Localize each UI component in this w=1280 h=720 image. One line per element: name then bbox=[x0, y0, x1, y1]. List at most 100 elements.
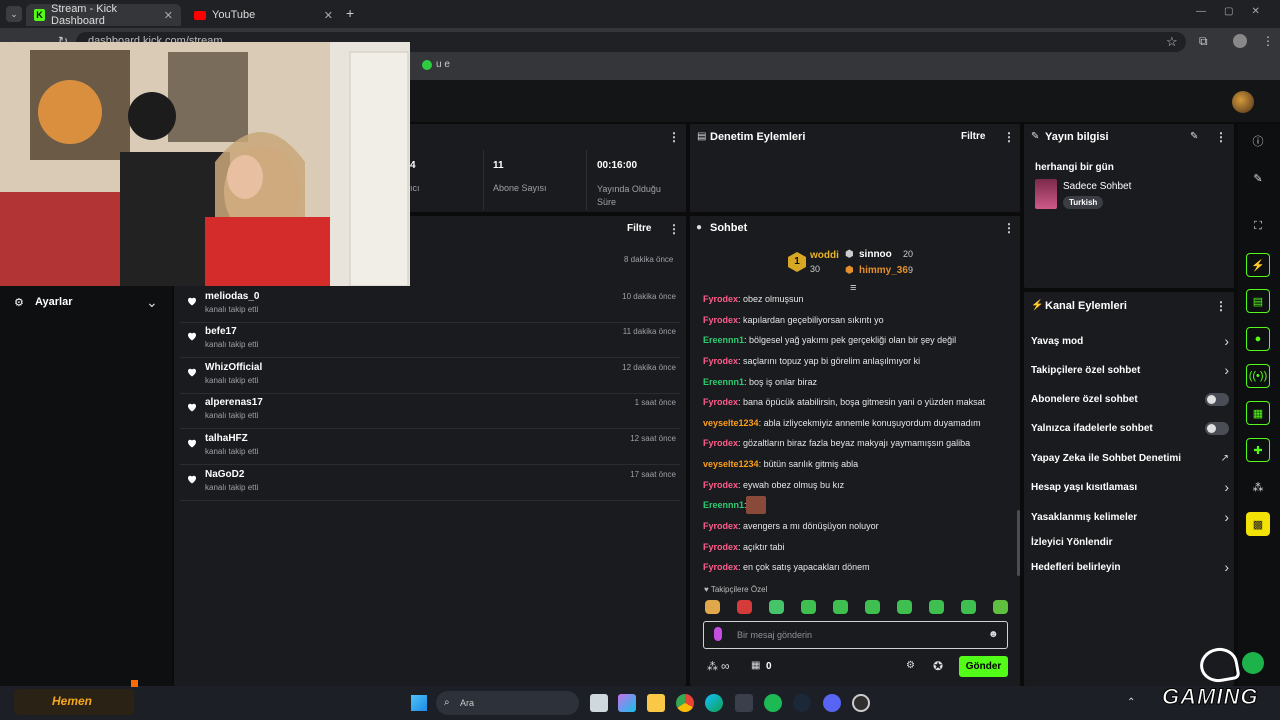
close-icon[interactable]: ✕ bbox=[164, 9, 173, 22]
channel-action-item[interactable]: Abonelere özel sohbet bbox=[1031, 389, 1229, 409]
chat-username[interactable]: Fyrodex bbox=[703, 521, 738, 531]
store-icon[interactable] bbox=[735, 694, 753, 712]
emote-button[interactable] bbox=[865, 600, 880, 614]
chat-username[interactable]: Fyrodex bbox=[703, 315, 738, 325]
chat-bubble-icon[interactable]: ● bbox=[1246, 327, 1270, 351]
moderation-filter-button[interactable]: Filtre bbox=[961, 131, 985, 142]
emote-button[interactable] bbox=[993, 600, 1008, 614]
follower-name[interactable]: befe17 bbox=[205, 326, 237, 337]
toggle-switch[interactable] bbox=[1205, 392, 1229, 406]
pencil-icon[interactable]: ✎ bbox=[1246, 166, 1270, 190]
channel-action-item[interactable]: Yapay Zeka ile Sohbet Denetimi ↗ bbox=[1031, 448, 1229, 468]
document-icon[interactable]: ▤ bbox=[1246, 289, 1270, 313]
follower-name[interactable]: WhizOfficial bbox=[205, 362, 262, 373]
copilot-icon[interactable] bbox=[618, 694, 636, 712]
emote-button[interactable] bbox=[961, 600, 976, 614]
chat-username[interactable]: Fyrodex bbox=[703, 480, 738, 490]
channel-actions-menu-icon[interactable]: ⋮ bbox=[1215, 299, 1227, 313]
group-icon[interactable]: ⁂ bbox=[1246, 475, 1270, 499]
follower-name[interactable]: talhaHFZ bbox=[205, 433, 248, 444]
follower-name[interactable]: NaGoD2 bbox=[205, 469, 244, 480]
steam-icon[interactable] bbox=[793, 694, 811, 712]
emoji-icon[interactable]: ☻ bbox=[988, 629, 999, 640]
taskbar-search[interactable] bbox=[436, 691, 579, 715]
follower-row[interactable]: NaGoD2 kanalı takip etti 17 saat önce bbox=[180, 467, 680, 501]
toggle-switch[interactable] bbox=[1205, 421, 1229, 435]
emote-button[interactable] bbox=[737, 600, 752, 614]
chat-username[interactable]: Fyrodex bbox=[703, 397, 738, 407]
chat-username[interactable]: Ereennn1 bbox=[703, 377, 744, 387]
chrome-icon[interactable] bbox=[676, 694, 694, 712]
chat-scrollbar[interactable] bbox=[1017, 510, 1020, 576]
chat-username[interactable]: veyselte1234 bbox=[703, 459, 759, 469]
leaderboard-name[interactable]: himmy_36 bbox=[859, 265, 908, 276]
chevron-up-icon[interactable]: ⌃ bbox=[1127, 697, 1135, 708]
window-controls[interactable]: —▢✕ bbox=[1196, 6, 1278, 17]
layers-icon[interactable]: ▦ bbox=[1246, 401, 1270, 425]
emote-button[interactable] bbox=[769, 600, 784, 614]
follower-row[interactable]: alperenas17 kanalı takip etti 1 saat önce bbox=[180, 395, 680, 429]
wrench-icon[interactable]: ✚ bbox=[1246, 438, 1270, 462]
task-view-icon[interactable] bbox=[590, 694, 608, 712]
fullscreen-icon[interactable]: ⛶ bbox=[1246, 214, 1270, 238]
channel-action-item[interactable]: Yavaş mod › bbox=[1031, 331, 1229, 351]
chat-username[interactable]: Fyrodex bbox=[703, 356, 738, 366]
microphone-icon[interactable] bbox=[714, 627, 722, 641]
channel-action-item[interactable]: İzleyici Yönlendir bbox=[1031, 532, 1229, 552]
browser-tab-youtube[interactable]: YouTube ✕ bbox=[186, 4, 341, 26]
channel-action-item[interactable]: Hedefleri belirleyin › bbox=[1031, 557, 1229, 577]
emote-button[interactable] bbox=[801, 600, 816, 614]
activity-menu-icon[interactable]: ⋮ bbox=[668, 222, 680, 236]
chat-input[interactable]: Bir mesaj gönderin bbox=[737, 630, 812, 640]
chat-username[interactable]: veyselte1234 bbox=[703, 418, 759, 428]
stats-menu-icon[interactable]: ⋮ bbox=[668, 130, 680, 144]
channel-action-item[interactable]: Yalnızca ifadelerle sohbet bbox=[1031, 418, 1229, 438]
follower-row[interactable]: talhaHFZ kanalı takip etti 12 saat önce bbox=[180, 431, 680, 465]
edit-icon[interactable]: ✎ bbox=[1190, 131, 1198, 142]
taskbar-search-input[interactable]: Ara bbox=[460, 698, 474, 708]
chat-username[interactable]: Fyrodex bbox=[703, 438, 738, 448]
chat-username[interactable]: Ereennn1 bbox=[703, 500, 744, 510]
chat-username[interactable]: Fyrodex bbox=[703, 562, 738, 572]
avatar[interactable] bbox=[1232, 91, 1254, 113]
follower-row[interactable]: meliodas_0 kanalı takip etti 10 dakika önc… bbox=[180, 289, 680, 323]
browser-menu-icon[interactable]: ⋮ bbox=[1262, 34, 1274, 48]
emote-button[interactable] bbox=[705, 600, 720, 614]
channel-action-item[interactable]: Yasaklanmış kelimeler › bbox=[1031, 507, 1229, 527]
chevron-down-icon[interactable]: ⌄ bbox=[146, 294, 158, 311]
send-button[interactable]: Gönder bbox=[959, 656, 1008, 677]
follower-row[interactable]: befe17 kanalı takip etti 11 dakika önce bbox=[180, 324, 680, 358]
emote-button[interactable] bbox=[897, 600, 912, 614]
chat-username[interactable]: Fyrodex bbox=[703, 542, 738, 552]
badge-icon[interactable]: ✪ bbox=[933, 659, 943, 673]
clapper-icon[interactable]: ▩ bbox=[1246, 512, 1270, 536]
chat-username[interactable]: Ereennn1 bbox=[703, 335, 744, 345]
edge-icon[interactable] bbox=[705, 694, 723, 712]
broadcast-icon[interactable]: ((•)) bbox=[1246, 364, 1270, 388]
chat-username[interactable]: Fyrodex bbox=[703, 294, 738, 304]
activity-filter-button[interactable]: Filtre bbox=[627, 223, 651, 234]
follower-row[interactable]: WhizOfficial kanalı takip etti 12 dakika ö… bbox=[180, 360, 680, 394]
discord-icon[interactable] bbox=[823, 694, 841, 712]
emote-button[interactable] bbox=[929, 600, 944, 614]
sidebar-item-settings[interactable]: Ayarlar bbox=[35, 296, 73, 308]
bookmark-item[interactable]: u e bbox=[422, 59, 450, 70]
new-tab-button[interactable]: + bbox=[346, 5, 354, 21]
folder-icon[interactable] bbox=[647, 694, 665, 712]
follower-name[interactable]: alperenas17 bbox=[205, 397, 263, 408]
leaderboard-name[interactable]: woddi bbox=[810, 250, 839, 261]
emote-button[interactable] bbox=[833, 600, 848, 614]
store-icon[interactable]: ▦ bbox=[751, 660, 760, 671]
close-icon[interactable]: ✕ bbox=[324, 9, 333, 22]
chat-menu-icon[interactable]: ⋮ bbox=[1003, 221, 1015, 235]
lightning-icon[interactable]: ⚡ bbox=[1246, 253, 1270, 277]
stream-info-menu-icon[interactable]: ⋮ bbox=[1215, 130, 1227, 144]
browser-tab-kick[interactable]: K Stream - Kick Dashboard ✕ bbox=[26, 3, 181, 27]
channel-action-item[interactable]: Takipçilere özel sohbet › bbox=[1031, 360, 1229, 380]
gear-icon[interactable]: ⚙ bbox=[906, 660, 915, 671]
info-icon[interactable]: ⓘ bbox=[1246, 129, 1270, 153]
tab-list-button[interactable]: ⌄ bbox=[6, 6, 22, 22]
windows-start-icon[interactable] bbox=[411, 695, 427, 711]
channel-action-item[interactable]: Hesap yaşı kısıtlaması › bbox=[1031, 477, 1229, 497]
moderation-menu-icon[interactable]: ⋮ bbox=[1003, 130, 1015, 144]
